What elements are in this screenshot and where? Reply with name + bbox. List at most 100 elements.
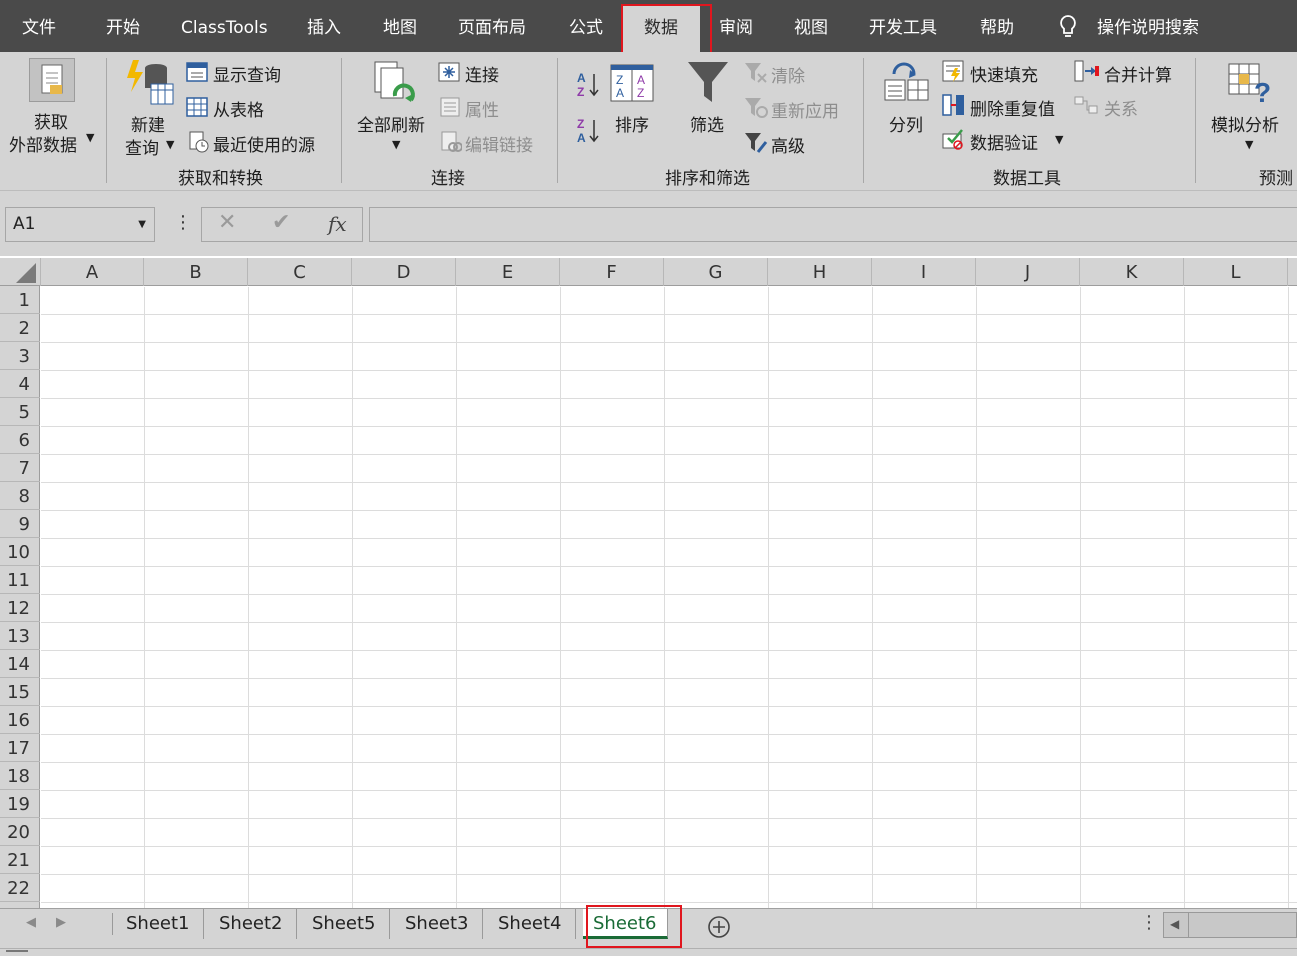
sort-ascending-icon[interactable]: A Z: [576, 70, 600, 100]
row-header[interactable]: 18: [0, 762, 40, 790]
scroll-left-icon[interactable]: ◀: [1170, 917, 1179, 931]
refresh-all-button[interactable]: 全部刷新: [357, 111, 425, 136]
column-header-l[interactable]: L: [1184, 258, 1288, 286]
row-header[interactable]: 4: [0, 370, 40, 398]
cell-grid[interactable]: [41, 287, 1297, 908]
row-header[interactable]: 14: [0, 650, 40, 678]
row-header[interactable]: 7: [0, 454, 40, 482]
tab-insert[interactable]: 插入: [307, 0, 341, 52]
tab-page-layout[interactable]: 页面布局: [458, 0, 526, 52]
relationships-button[interactable]: 关系: [1104, 95, 1138, 120]
select-all-triangle-icon[interactable]: [16, 263, 36, 283]
what-if-analysis-button[interactable]: 模拟分析: [1211, 111, 1279, 136]
sheet-tab-sheet5[interactable]: Sheet5: [299, 909, 390, 939]
chevron-down-icon[interactable]: ▼: [86, 131, 94, 144]
column-header-f[interactable]: F: [560, 258, 664, 286]
advanced-button[interactable]: 高级: [771, 132, 805, 157]
sheet-tab-sheet6[interactable]: Sheet6: [583, 909, 668, 939]
column-header-a[interactable]: A: [40, 258, 144, 286]
column-header-c[interactable]: C: [248, 258, 352, 286]
tab-review[interactable]: 审阅: [719, 0, 753, 52]
enter-check-icon[interactable]: ✔: [272, 210, 290, 235]
name-box[interactable]: A1 ▼: [5, 207, 155, 242]
row-header[interactable]: 11: [0, 566, 40, 594]
consolidate-button[interactable]: 合并计算: [1104, 61, 1172, 86]
filter-funnel-icon[interactable]: [686, 60, 730, 104]
tab-data[interactable]: 数据: [622, 4, 700, 52]
row-header[interactable]: 3: [0, 342, 40, 370]
chevron-down-icon[interactable]: ▼: [166, 138, 174, 151]
from-table-button[interactable]: 从表格: [213, 96, 264, 121]
sheet-tab-sheet2[interactable]: Sheet2: [206, 909, 297, 939]
formula-input[interactable]: [369, 207, 1297, 242]
row-header[interactable]: 19: [0, 790, 40, 818]
connections-button[interactable]: 连接: [465, 61, 499, 86]
column-header-i[interactable]: I: [872, 258, 976, 286]
get-external-data-label1[interactable]: 获取: [34, 108, 68, 133]
filter-button[interactable]: 筛选: [690, 111, 724, 136]
chevron-down-icon[interactable]: ▼: [1055, 133, 1063, 146]
clear-button[interactable]: 清除: [771, 62, 805, 87]
tab-developer[interactable]: 开发工具: [869, 0, 937, 52]
tab-home[interactable]: 开始: [106, 0, 140, 52]
sheet-tab-sheet3[interactable]: Sheet3: [392, 909, 483, 939]
reapply-button[interactable]: 重新应用: [771, 97, 839, 122]
flash-fill-button[interactable]: 快速填充: [970, 61, 1038, 86]
tell-me-search[interactable]: 操作说明搜索: [1097, 0, 1199, 52]
tab-formulas[interactable]: 公式: [569, 0, 603, 52]
properties-button[interactable]: 属性: [465, 96, 499, 121]
remove-duplicates-button[interactable]: 删除重复值: [970, 95, 1055, 120]
tab-map[interactable]: 地图: [383, 0, 417, 52]
sort-descending-icon[interactable]: Z A: [576, 116, 600, 146]
cancel-icon[interactable]: ✕: [218, 210, 236, 235]
column-header-b[interactable]: B: [144, 258, 248, 286]
row-header[interactable]: 17: [0, 734, 40, 762]
show-queries-button[interactable]: 显示查询: [213, 61, 281, 86]
row-header[interactable]: 12: [0, 594, 40, 622]
get-external-data-button-bg[interactable]: [29, 58, 75, 102]
row-header[interactable]: 8: [0, 482, 40, 510]
row-header[interactable]: 10: [0, 538, 40, 566]
row-header[interactable]: 13: [0, 622, 40, 650]
chevron-down-icon[interactable]: ▼: [138, 208, 146, 241]
sheet-tab-sheet4[interactable]: Sheet4: [485, 909, 576, 939]
row-header[interactable]: 20: [0, 818, 40, 846]
new-query-icon[interactable]: [123, 58, 175, 108]
horizontal-scrollbar[interactable]: ◀: [1163, 912, 1297, 938]
chevron-down-icon[interactable]: ▼: [392, 138, 400, 151]
what-if-analysis-icon[interactable]: ?: [1228, 62, 1274, 106]
edit-links-button[interactable]: 编辑链接: [465, 131, 533, 156]
text-to-columns-icon[interactable]: [884, 62, 930, 102]
text-to-columns-button[interactable]: 分列: [889, 111, 923, 136]
column-header-k[interactable]: K: [1080, 258, 1184, 286]
new-query-label2[interactable]: 查询: [125, 134, 159, 159]
chevron-down-icon[interactable]: ▼: [1245, 138, 1253, 151]
vertical-dots-icon[interactable]: ⋮: [1140, 912, 1158, 933]
sort-button[interactable]: 排序: [615, 111, 649, 136]
row-header[interactable]: 9: [0, 510, 40, 538]
recent-sources-button[interactable]: 最近使用的源: [213, 131, 315, 156]
row-header[interactable]: 6: [0, 426, 40, 454]
row-header[interactable]: 21: [0, 846, 40, 874]
row-header[interactable]: 22: [0, 874, 40, 902]
column-header-h[interactable]: H: [768, 258, 872, 286]
row-header[interactable]: 15: [0, 678, 40, 706]
refresh-all-icon[interactable]: [371, 60, 419, 110]
sort-dialog-icon[interactable]: ZA AZ: [610, 64, 654, 102]
column-header-e[interactable]: E: [456, 258, 560, 286]
add-sheet-icon[interactable]: [707, 915, 731, 939]
tab-view[interactable]: 视图: [794, 0, 828, 52]
vertical-dots-icon[interactable]: ⋮: [174, 212, 192, 233]
data-validation-button[interactable]: 数据验证: [970, 129, 1038, 154]
sheet-tab-sheet1[interactable]: Sheet1: [113, 909, 204, 939]
row-header[interactable]: 5: [0, 398, 40, 426]
scroll-left-icon[interactable]: ◀: [26, 915, 36, 930]
row-header[interactable]: 2: [0, 314, 40, 342]
row-header[interactable]: 1: [0, 286, 40, 314]
get-external-data-label2[interactable]: 外部数据: [9, 131, 77, 156]
tab-classtools[interactable]: ClassTools: [181, 0, 268, 52]
insert-function-icon[interactable]: fx: [328, 212, 347, 236]
row-header[interactable]: 16: [0, 706, 40, 734]
new-query-label1[interactable]: 新建: [131, 111, 165, 136]
tab-file[interactable]: 文件: [22, 0, 56, 52]
